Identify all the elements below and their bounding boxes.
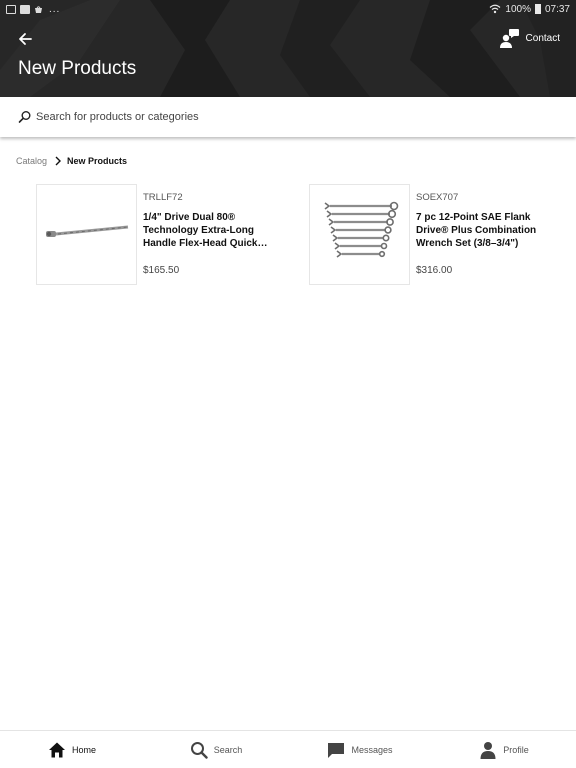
profile-icon: [480, 741, 496, 759]
product-card[interactable]: TRLLF72 1/4" Drive Dual 80® Technology E…: [36, 184, 278, 285]
nav-profile-label: Profile: [503, 744, 529, 755]
nav-home-label: Home: [71, 744, 96, 755]
search-bar[interactable]: [0, 97, 576, 137]
product-info: SOEX707 7 pc 12-Point SAE Flank Drive® P…: [416, 184, 551, 285]
status-bar: ... 100% 07:37: [0, 0, 576, 18]
page-title: New Products: [18, 58, 137, 79]
nav-search[interactable]: Search: [144, 731, 288, 768]
nav-messages-label: Messages: [351, 744, 393, 755]
more-notifications: ...: [49, 3, 61, 15]
search-icon: [190, 741, 208, 759]
product-title[interactable]: 7 pc 12-Point SAE Flank Drive® Plus Comb…: [416, 211, 551, 250]
contact-button[interactable]: Contact: [499, 28, 560, 48]
app-notification-icon: [20, 4, 30, 14]
breadcrumb: Catalog New Products: [16, 156, 127, 166]
nav-home[interactable]: Home: [0, 731, 144, 768]
ratchet-image: [45, 225, 128, 237]
search-input[interactable]: [36, 111, 436, 123]
battery-icon: [534, 4, 541, 14]
breadcrumb-current: New Products: [67, 156, 128, 166]
product-info: TRLLF72 1/4" Drive Dual 80® Technology E…: [143, 184, 278, 285]
product-title[interactable]: 1/4" Drive Dual 80® Technology Extra-Lon…: [143, 211, 278, 250]
search-icon: [18, 111, 31, 123]
home-icon: [48, 742, 65, 757]
product-price: $165.50: [143, 265, 180, 276]
app-screen: ... 100% 07:37 New Products Contact Sear…: [0, 0, 576, 768]
wrench-set-image: [324, 201, 398, 258]
bottom-nav: Home Search Messages Profile: [0, 730, 576, 768]
nav-messages[interactable]: Messages: [288, 731, 432, 768]
back-button[interactable]: [12, 27, 38, 51]
product-price: $316.00: [416, 265, 453, 276]
product-sku: SOEX707: [416, 192, 459, 203]
product-image[interactable]: [309, 184, 410, 285]
contact-icon: [499, 29, 519, 48]
contact-label: Contact: [525, 32, 560, 44]
chevron-right-icon: [55, 156, 62, 166]
product-sku: TRLLF72: [143, 192, 183, 203]
product-card[interactable]: SOEX707 7 pc 12-Point SAE Flank Drive® P…: [309, 184, 551, 285]
breadcrumb-catalog-link[interactable]: Catalog: [16, 156, 47, 166]
status-notifications: ...: [6, 4, 60, 15]
arrow-left-icon: [19, 33, 32, 45]
battery-percent: 100%: [505, 3, 531, 15]
clock: 07:37: [544, 3, 570, 15]
product-image[interactable]: [36, 184, 137, 285]
nav-profile[interactable]: Profile: [432, 731, 576, 768]
header: ... 100% 07:37 New Products Contact: [0, 0, 576, 97]
gallery-notification-icon: [6, 4, 16, 14]
messages-icon: [328, 742, 345, 758]
shop-notification-icon: [35, 5, 42, 13]
wifi-icon: [489, 4, 501, 14]
nav-search-label: Search: [213, 744, 243, 755]
status-system: 100% 07:37: [489, 4, 570, 15]
